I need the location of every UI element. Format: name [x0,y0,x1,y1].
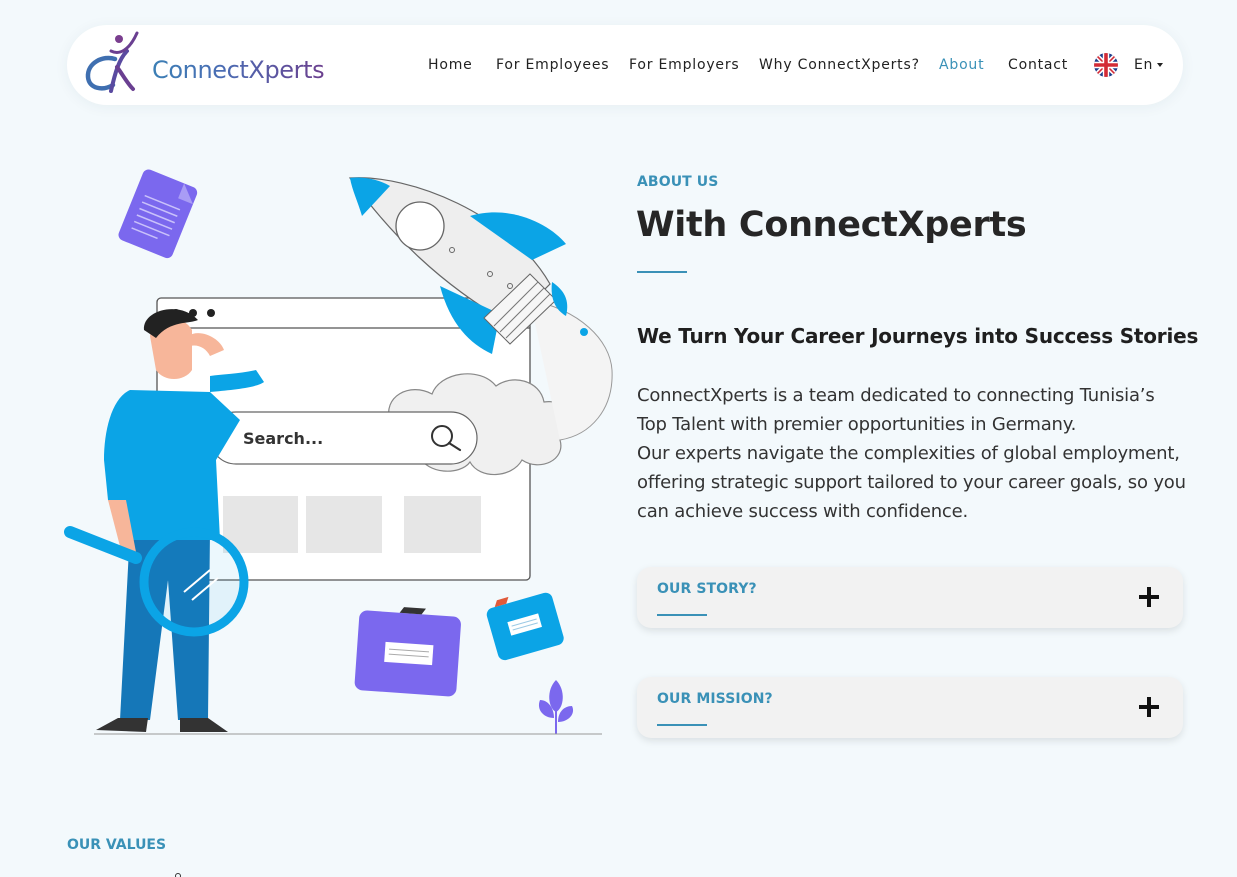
plant-graphic [538,680,574,734]
blue-folder-icon [486,592,564,661]
about-paragraph-1: ConnectXperts is a team dedicated to con… [637,385,1155,435]
accordion-our-story[interactable]: OUR STORY? [637,567,1183,628]
values-icon-fragment [175,873,181,877]
main-navigation: Home For Employees For Employers Why Con… [67,25,1183,105]
about-eyebrow: ABOUT US [637,174,719,190]
purple-folder-icon [354,607,461,697]
accordion-divider [657,724,707,726]
nav-link-for-employees[interactable]: For Employees [496,57,609,73]
accordion-our-mission[interactable]: OUR MISSION? [637,677,1183,738]
accordion-divider [657,614,707,616]
accordion-title: OUR MISSION? [657,691,773,707]
nav-link-about[interactable]: About [939,57,984,73]
hero-illustration: Search... [60,160,620,750]
about-subheadline: We Turn Your Career Journeys into Succes… [637,324,1199,348]
caret-down-icon [1156,63,1163,67]
about-description: ConnectXperts is a team dedicated to con… [637,381,1187,526]
search-bar-graphic: Search... [209,411,478,465]
nav-link-why-connectxperts[interactable]: Why ConnectXperts? [759,57,920,73]
values-eyebrow: OUR VALUES [67,837,167,853]
language-selector[interactable]: En [1094,52,1163,78]
language-label: En [1134,57,1153,73]
accordion-title: OUR STORY? [657,581,757,597]
nav-link-contact[interactable]: Contact [1008,57,1068,73]
about-headline: With ConnectXperts [636,205,1027,245]
navbar: ConnectXperts Home For Employees For Emp… [67,25,1183,105]
plus-icon[interactable] [1139,697,1159,717]
search-placeholder-text: Search... [243,429,323,448]
about-paragraph-2: Our experts navigate the complexities of… [637,443,1186,522]
nav-link-home[interactable]: Home [428,57,473,73]
plus-icon[interactable] [1139,587,1159,607]
document-icon [118,169,198,259]
headline-divider [637,271,687,273]
job-search-illustration: Search... [64,169,613,735]
nav-link-for-employers[interactable]: For Employers [629,57,740,73]
uk-flag-icon [1094,53,1118,77]
